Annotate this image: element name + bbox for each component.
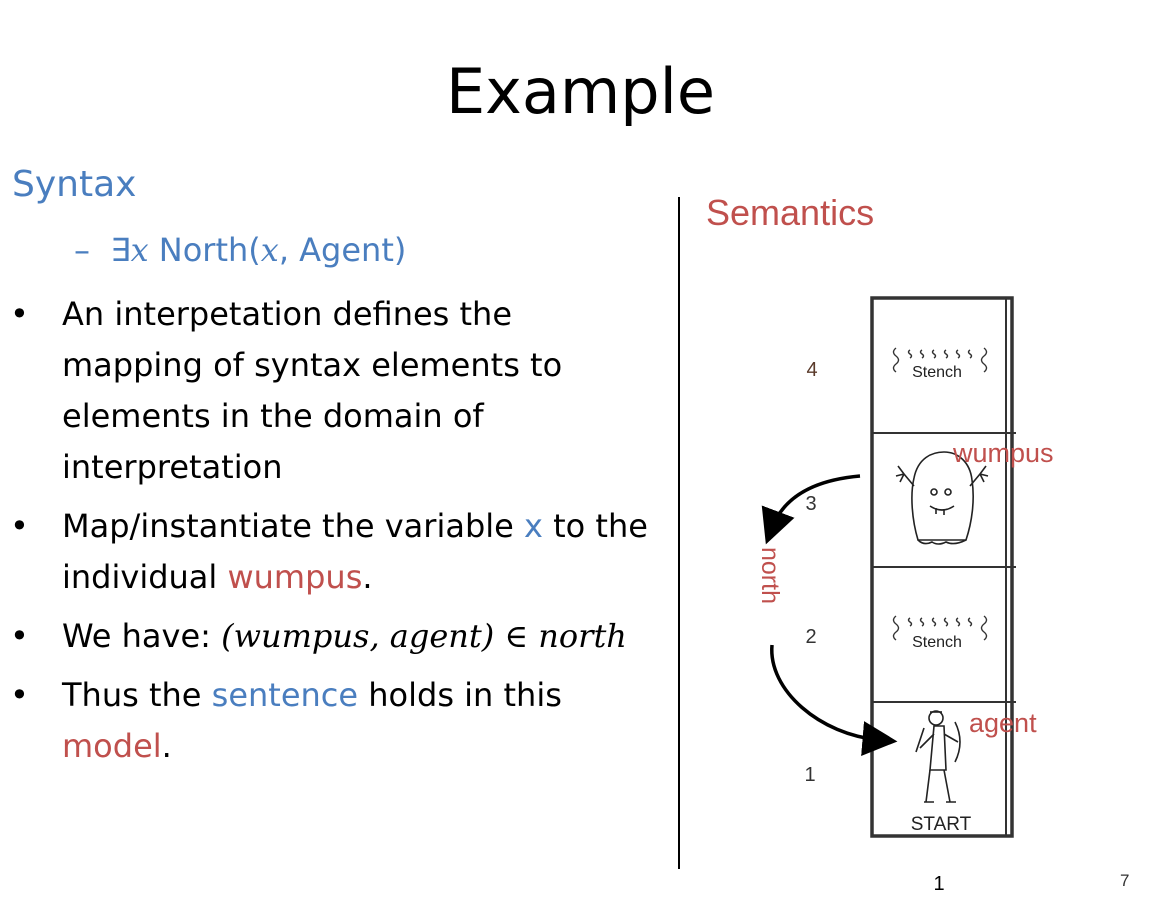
page-number: 7	[1120, 871, 1130, 890]
row-label-2: 2	[805, 626, 816, 648]
row-label-4: 4	[806, 359, 817, 381]
wumpus-label: wumpus	[952, 438, 1054, 468]
stench-label-row2: Stench	[912, 634, 962, 651]
agent-person-icon	[915, 710, 961, 803]
stench-label-row4: Stench	[912, 364, 962, 381]
wumpus-world-diagram: 4 3 2 1 1 Stench Stench START wumpus age…	[756, 296, 1054, 895]
row-label-1: 1	[804, 764, 815, 786]
north-label: north	[756, 547, 784, 604]
agent-label: agent	[969, 708, 1037, 738]
column-label-1: 1	[933, 873, 944, 895]
north-arrow-bottom	[770, 644, 898, 756]
row-label-3: 3	[805, 493, 816, 515]
start-label: START	[911, 814, 972, 835]
